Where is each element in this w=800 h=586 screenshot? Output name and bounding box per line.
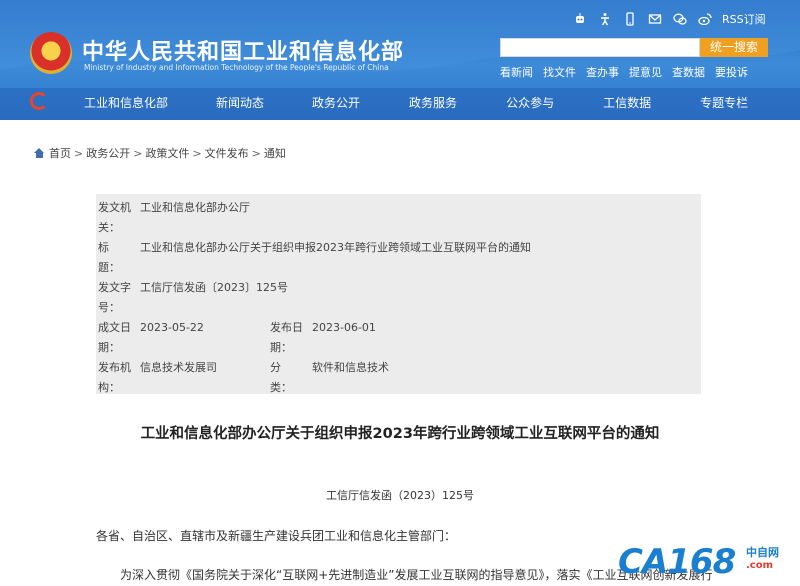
nav-item-gov-affairs[interactable]: 政务公开 [312, 94, 360, 111]
quick-link-files[interactable]: 找文件 [543, 64, 576, 80]
info-row-title: 标 题： 工业和信息化部办公厅关于组织申报2023年跨行业跨领域工业互联网平台的… [96, 234, 701, 274]
accessibility-icon[interactable] [597, 11, 613, 27]
wechat-icon[interactable] [672, 11, 688, 27]
nav-item-news[interactable]: 新闻动态 [216, 94, 264, 111]
info-row-org: 发布机构： 信息技术发展司 分 类： 软件和信息技术 [96, 354, 701, 394]
breadcrumb-separator: > [192, 146, 202, 160]
breadcrumb-separator: > [133, 146, 143, 160]
search-button[interactable]: 统一搜索 [700, 38, 768, 57]
issuer-value: 工业和信息化部办公厅 [140, 201, 250, 214]
quick-links: 看新闻 找文件 查办事 提意见 查数据 要投诉 [500, 64, 748, 80]
top-utility-bar: RSS订阅 [572, 10, 766, 28]
breadcrumb-separator: > [251, 146, 261, 160]
issuer-label: 发文机关： [98, 201, 131, 234]
site-title-en: Ministry of Industry and Information Tec… [84, 63, 389, 72]
quick-link-complaint[interactable]: 要投诉 [715, 64, 748, 80]
breadcrumb-notice[interactable]: 通知 [264, 145, 286, 161]
breadcrumb-home[interactable]: 首页 [49, 145, 71, 161]
robot-icon[interactable] [572, 11, 588, 27]
document-number: 工信厅信发函（2023）125号 [326, 489, 474, 502]
mobile-icon[interactable] [622, 11, 638, 27]
info-row-dates: 成文日期： 2023-05-22 发布日期： 2023-06-01 [96, 314, 701, 354]
home-icon [34, 148, 45, 158]
quick-link-data[interactable]: 查数据 [672, 64, 705, 80]
info-row-number: 发文字号： 工信厅信发函〔2023〕125号 [96, 274, 701, 314]
watermark-logo: CA168 中自网 .com [618, 540, 798, 586]
breadcrumb-separator: > [74, 146, 84, 160]
org-value: 信息技术发展司 [140, 361, 217, 374]
breadcrumb: 首页 > 政务公开 > 政策文件 > 文件发布 > 通知 [34, 145, 286, 161]
nav-item-ministry[interactable]: 工业和信息化部 [84, 94, 168, 111]
main-nav: 工业和信息化部 新闻动态 政务公开 政务服务 公众参与 工信数据 专题专栏 [84, 94, 748, 111]
title-label: 标 题： [98, 241, 131, 274]
document-title: 工业和信息化部办公厅关于组织申报2023年跨行业跨领域工业互联网平台的通知 [140, 426, 660, 442]
mail-icon[interactable] [647, 11, 663, 27]
written-date-value: 2023-05-22 [140, 321, 204, 334]
publish-date-label: 发布日期： [270, 321, 303, 354]
doc-number-value: 工信厅信发函〔2023〕125号 [140, 281, 288, 294]
nav-item-topics[interactable]: 专题专栏 [700, 94, 748, 111]
site-title[interactable]: 中华人民共和国工业和信息化部 [82, 34, 404, 66]
org-label: 发布机构： [98, 361, 131, 394]
watermark-cn: 中自网 [746, 546, 779, 559]
category-value: 软件和信息技术 [312, 361, 389, 374]
rss-link[interactable]: RSS订阅 [722, 11, 766, 27]
breadcrumb-policy-files[interactable]: 政策文件 [145, 145, 189, 161]
breadcrumb-gov-affairs[interactable]: 政务公开 [86, 145, 130, 161]
info-row-issuer: 发文机关： 工业和信息化部办公厅 [96, 194, 701, 234]
publish-date-value: 2023-06-01 [312, 321, 376, 334]
quick-link-services[interactable]: 查办事 [586, 64, 619, 80]
watermark-domain: .com [746, 560, 774, 571]
document-addressee: 各省、自治区、直辖市及新疆生产建设兵团工业和信息化主管部门： [96, 529, 457, 543]
title-value: 工业和信息化部办公厅关于组织申报2023年跨行业跨领域工业互联网平台的通知 [140, 241, 531, 254]
nav-item-gov-services[interactable]: 政务服务 [409, 94, 457, 111]
nav-item-data[interactable]: 工信数据 [603, 94, 651, 111]
national-emblem-logo[interactable] [30, 32, 72, 74]
doc-number-label: 发文字号： [98, 281, 131, 314]
quick-link-news[interactable]: 看新闻 [500, 64, 533, 80]
search-input[interactable] [500, 38, 700, 57]
written-date-label: 成文日期： [98, 321, 131, 354]
document-info-table: 发文机关： 工业和信息化部办公厅 标 题： 工业和信息化部办公厅关于组织申报20… [96, 194, 701, 394]
weibo-icon[interactable] [697, 11, 713, 27]
nav-item-participation[interactable]: 公众参与 [506, 94, 554, 111]
nav-home-icon[interactable] [30, 92, 48, 110]
category-label: 分 类： [270, 361, 303, 394]
site-header: 中华人民共和国工业和信息化部 Ministry of Industry and … [0, 0, 800, 120]
watermark-brand: CA168 [618, 542, 736, 582]
quick-link-feedback[interactable]: 提意见 [629, 64, 662, 80]
breadcrumb-file-release[interactable]: 文件发布 [205, 145, 249, 161]
